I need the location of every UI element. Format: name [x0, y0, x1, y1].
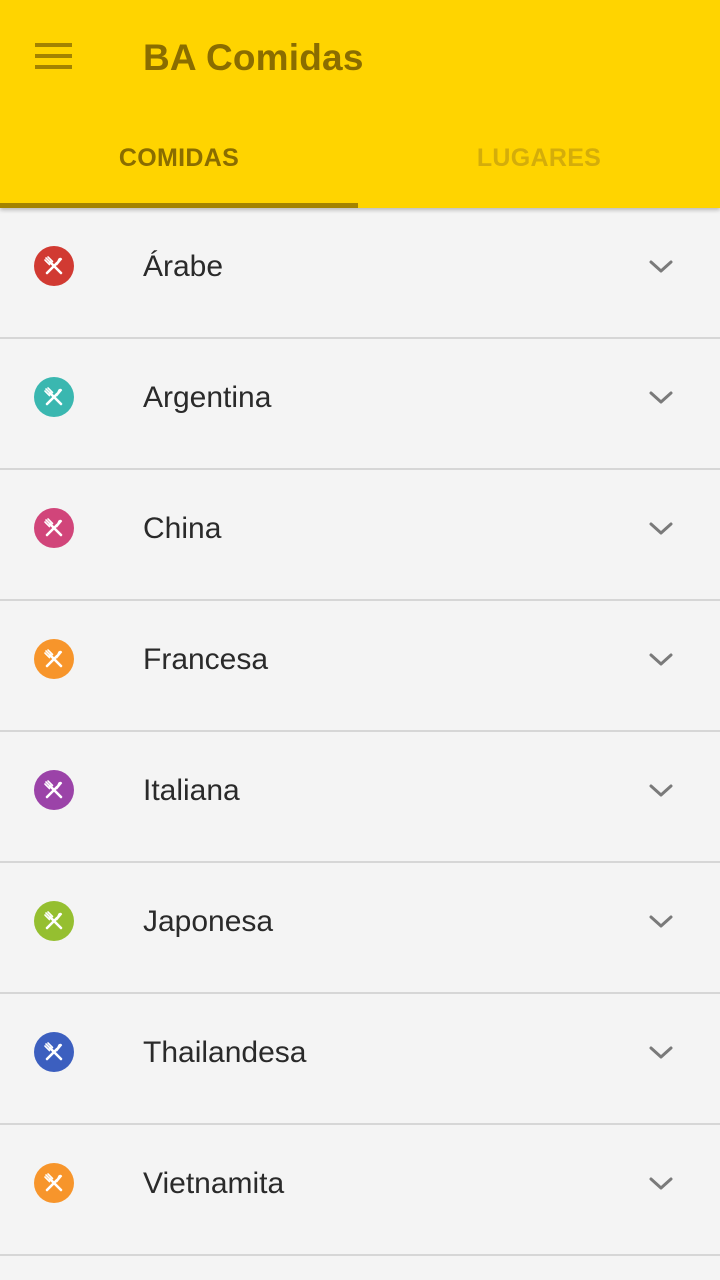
- category-label: Thailandesa: [143, 1036, 307, 1069]
- category-icon-badge: [34, 639, 74, 679]
- list-item[interactable]: Japonesa: [0, 863, 720, 994]
- category-icon-badge: [34, 1032, 74, 1072]
- restaurant-icon: [44, 387, 63, 406]
- active-tab-indicator: [0, 203, 358, 208]
- hamburger-menu-icon: [35, 43, 72, 69]
- restaurant-icon: [44, 518, 63, 537]
- category-label: Italiana: [143, 774, 240, 807]
- restaurant-icon: [44, 256, 63, 275]
- chevron-down-icon[interactable]: [646, 1169, 676, 1199]
- menu-button[interactable]: [24, 28, 84, 84]
- category-label: Vietnamita: [143, 1167, 285, 1200]
- chevron-down-icon[interactable]: [646, 514, 676, 544]
- chevron-down-icon[interactable]: [646, 1038, 676, 1068]
- list-item[interactable]: Thailandesa: [0, 994, 720, 1125]
- tab-bar: COMIDAS LUGARES: [0, 118, 720, 208]
- app-bar: BA Comidas COMIDAS LUGARES: [0, 0, 720, 208]
- restaurant-icon: [44, 1173, 63, 1192]
- tab-lugares[interactable]: LUGARES: [358, 118, 720, 208]
- list-item[interactable]: Italiana: [0, 732, 720, 863]
- list-item[interactable]: China: [0, 470, 720, 601]
- list-item[interactable]: Francesa: [0, 601, 720, 732]
- food-category-list: Árabe Argentina China Francesa Italiana …: [0, 208, 720, 1256]
- restaurant-icon: [44, 911, 63, 930]
- category-icon-badge: [34, 508, 74, 548]
- chevron-down-icon[interactable]: [646, 383, 676, 413]
- list-item[interactable]: Árabe: [0, 208, 720, 339]
- category-icon-badge: [34, 901, 74, 941]
- category-icon-badge: [34, 377, 74, 417]
- tab-label: COMIDAS: [118, 143, 240, 172]
- restaurant-icon: [44, 780, 63, 799]
- category-icon-badge: [34, 770, 74, 810]
- tab-label: LUGARES: [476, 143, 602, 172]
- category-icon-badge: [34, 1163, 74, 1203]
- chevron-down-icon[interactable]: [646, 645, 676, 675]
- category-label: Árabe: [143, 250, 224, 283]
- list-item[interactable]: Argentina: [0, 339, 720, 470]
- category-label: Japonesa: [143, 905, 274, 938]
- restaurant-icon: [44, 1042, 63, 1061]
- category-icon-badge: [34, 246, 74, 286]
- chevron-down-icon[interactable]: [646, 776, 676, 806]
- app-screen: BA Comidas COMIDAS LUGARES Árabe Argenti…: [0, 0, 720, 1280]
- category-label: Argentina: [143, 381, 272, 414]
- restaurant-icon: [44, 649, 63, 668]
- tab-comidas[interactable]: COMIDAS: [0, 118, 358, 208]
- chevron-down-icon[interactable]: [646, 907, 676, 937]
- category-label: China: [143, 512, 222, 545]
- category-label: Francesa: [143, 643, 269, 676]
- app-title: BA Comidas: [143, 37, 364, 78]
- list-item[interactable]: Vietnamita: [0, 1125, 720, 1256]
- chevron-down-icon[interactable]: [646, 252, 676, 282]
